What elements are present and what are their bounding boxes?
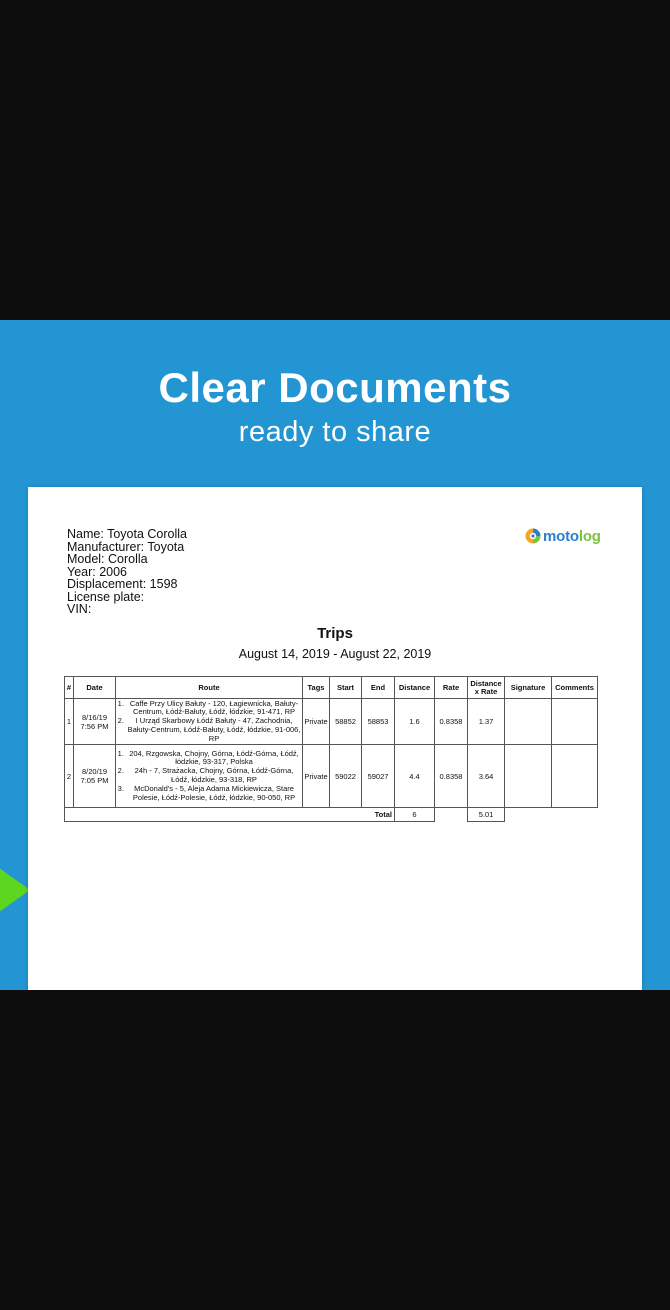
cell-distance: 4.4: [394, 744, 435, 808]
cell-comments: [551, 698, 598, 745]
col-header-rate: Rate: [434, 676, 468, 699]
total-label: Total: [64, 807, 395, 822]
col-header-comments: Comments: [551, 676, 598, 699]
cell-end: 59027: [361, 744, 395, 808]
report-period: August 14, 2019 - August 22, 2019: [238, 647, 432, 661]
total-signature-blank: [504, 807, 552, 822]
cell-comments: [551, 744, 598, 808]
motolog-logo-icon: [525, 528, 541, 544]
cell-date: 8/20/19 7:05 PM: [73, 744, 116, 808]
cell-tags: Private: [302, 744, 330, 808]
table-header-row: # Date Route Tags Start End Distance Rat…: [64, 676, 598, 699]
col-header-distance: Distance: [394, 676, 435, 699]
total-distance: 6: [394, 807, 435, 822]
cell-signature: [504, 698, 552, 745]
col-header-num: #: [64, 676, 74, 699]
route-stop: 204, Rzgowska, Chojny, Górna, Łódź-Górna…: [126, 749, 302, 768]
cell-route: 204, Rzgowska, Chojny, Górna, Łódź-Górna…: [115, 744, 303, 808]
col-header-route: Route: [115, 676, 303, 699]
subheadline: ready to share: [238, 416, 432, 448]
trip-report-document: Name: Toyota Corolla Manufacturer: Toyot…: [28, 487, 642, 990]
cell-distance-x-rate: 1.37: [467, 698, 505, 745]
motolog-logo-text: motolog: [543, 527, 601, 545]
cell-route: Caffe Przy Ulicy Bałuty - 120, Łagiewnic…: [115, 698, 303, 745]
table-row: 2 8/20/197:05 PM 204, Rzgowska, Chojny, …: [64, 744, 598, 808]
col-header-date: Date: [73, 676, 116, 699]
col-header-signature: Signature: [504, 676, 552, 699]
vehicle-displacement: Displacement: 1598: [67, 577, 178, 591]
route-stop: Caffe Przy Ulicy Bałuty - 120, Łagiewnic…: [126, 700, 302, 718]
cell-rate: 0.8358: [434, 744, 468, 808]
total-row: Total 6 5.01: [64, 807, 598, 822]
headline: Clear Documents: [158, 364, 512, 411]
cell-num: 2: [64, 744, 74, 808]
green-accent-shape: [0, 840, 30, 940]
total-distance-x-rate: 5.01: [467, 807, 505, 822]
route-stop: I Urząd Skarbowy Łódź Bałuty - 47, Zacho…: [126, 716, 302, 743]
cell-tags: Private: [302, 698, 330, 745]
cell-date: 8/16/19 7:56 PM: [73, 698, 116, 745]
cell-start: 58852: [329, 698, 362, 745]
col-header-end: End: [361, 676, 395, 699]
table-row: 1 8/16/197:56 PM Caffe Przy Ulicy Bałuty…: [64, 698, 598, 745]
vehicle-name: Name: Toyota Corolla: [67, 527, 187, 541]
cell-num: 1: [64, 698, 74, 745]
cell-start: 59022: [329, 744, 362, 808]
cell-signature: [504, 744, 552, 808]
col-header-tags: Tags: [302, 676, 330, 699]
cell-distance: 1.6: [394, 698, 435, 745]
vehicle-vin: VIN:: [67, 602, 92, 616]
total-comments-blank: [551, 807, 598, 822]
total-rate-blank: [434, 807, 468, 822]
report-title: Trips: [317, 625, 353, 642]
vehicle-info: Name: Toyota Corolla Manufacturer: Toyot…: [67, 528, 187, 616]
cell-distance-x-rate: 3.64: [467, 744, 505, 808]
route-stop: McDonald's - 5, Aleja Adama Mickiewicza,…: [126, 784, 302, 803]
route-stop: 24h - 7, Strażacka, Chojny, Górna, Łódź-…: [126, 766, 302, 785]
col-header-distance-x-rate: Distance x Rate: [467, 676, 505, 699]
vehicle-model: Model: Corolla: [67, 552, 148, 566]
trips-table: # Date Route Tags Start End Distance Rat…: [64, 676, 598, 822]
promo-banner: Clear Documents ready to share Name: Toy…: [0, 320, 670, 990]
motolog-logo: motolog: [525, 526, 601, 546]
cell-end: 58853: [361, 698, 395, 745]
cell-rate: 0.8358: [434, 698, 468, 745]
col-header-start: Start: [329, 676, 362, 699]
